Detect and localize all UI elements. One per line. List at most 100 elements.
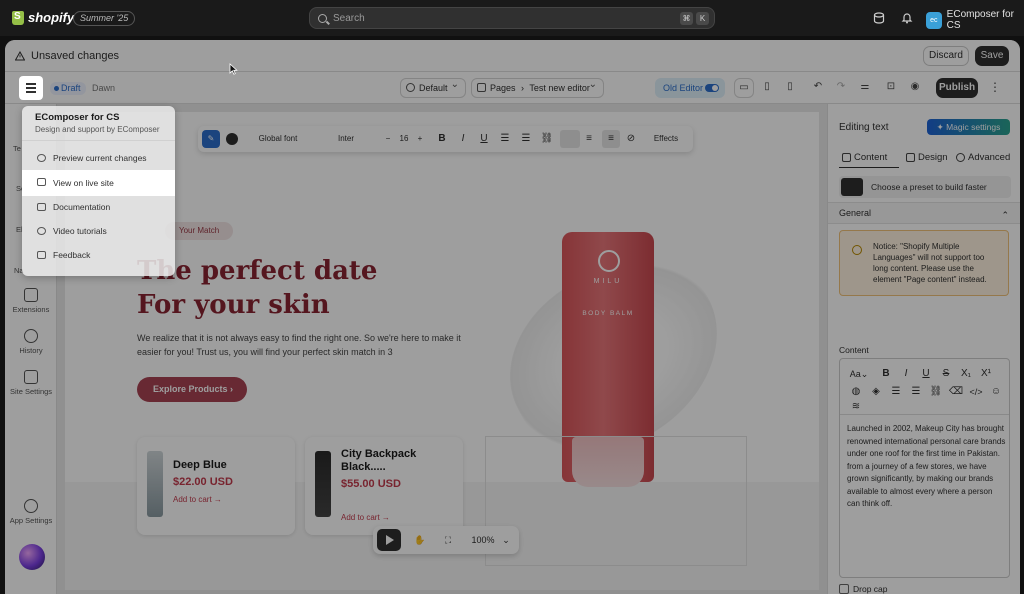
zoom-level[interactable]: 100%: [467, 526, 499, 554]
tab-design[interactable]: Design: [903, 148, 953, 168]
more-options-icon[interactable]: ⋮: [985, 78, 1005, 98]
page-select[interactable]: Pages › Test new editor: [471, 76, 604, 98]
palette-icon[interactable]: ◍: [848, 385, 864, 399]
desktop-view-button[interactable]: ▭: [734, 78, 754, 98]
bold-button[interactable]: B: [435, 126, 449, 152]
sliders-icon[interactable]: ⚌: [855, 78, 875, 98]
hand-tool-icon[interactable]: ✋: [409, 526, 431, 554]
link-icon[interactable]: ⛓: [540, 126, 554, 152]
menu-item-preview[interactable]: Preview current changes: [22, 146, 175, 170]
eraser-icon[interactable]: ⌫: [948, 385, 964, 399]
underline-button[interactable]: U: [918, 367, 934, 381]
code-icon[interactable]: </>: [966, 385, 986, 399]
toggle-switch[interactable]: [705, 84, 719, 92]
edition-badge[interactable]: Summer '25: [73, 11, 136, 26]
explore-products-button[interactable]: Explore Products ›: [137, 377, 247, 402]
underline-button[interactable]: U: [477, 126, 491, 152]
rail-item-app-settings[interactable]: App Settings: [5, 499, 57, 525]
device-select[interactable]: Default: [400, 76, 466, 98]
search-input[interactable]: Search ⌘ K: [309, 7, 715, 29]
unsaved-changes-bar: Unsaved changes Discard Save: [5, 40, 1020, 72]
effects-button[interactable]: Effects: [646, 126, 686, 152]
decrease-size-button[interactable]: −: [382, 126, 394, 152]
discard-button[interactable]: Discard: [923, 46, 969, 66]
link-icon[interactable]: ⛓: [928, 385, 944, 399]
match-badge[interactable]: Your Match: [165, 222, 234, 240]
save-button[interactable]: Save: [975, 46, 1009, 66]
zoom-dropdown-icon[interactable]: ⌄: [499, 526, 513, 554]
fill-icon[interactable]: ◈: [868, 385, 884, 399]
shopify-logo[interactable]: shopify: [12, 10, 74, 25]
fit-screen-icon[interactable]: ⛶: [437, 526, 459, 554]
rail-label: History: [19, 346, 43, 355]
italic-button[interactable]: I: [456, 126, 470, 152]
drop-cap-checkbox[interactable]: Drop cap: [839, 584, 888, 594]
tablet-view-button[interactable]: ▯: [757, 78, 777, 98]
align-center-icon[interactable]: ≡: [582, 126, 596, 152]
rte-content[interactable]: Launched in 2002, Makeup City has brough…: [847, 423, 1007, 511]
bullet-list-icon[interactable]: ☰: [519, 126, 533, 152]
rail-item-site-settings[interactable]: Site Settings: [5, 370, 57, 396]
undo-icon[interactable]: ↶: [808, 78, 828, 98]
store-switcher[interactable]: ec EComposer for CS: [926, 9, 1024, 31]
product-image: [147, 451, 163, 517]
magic-settings-button[interactable]: ✦ Magic settings: [927, 119, 1010, 135]
product-card[interactable]: Deep Blue $22.00 USD Add to cart →: [137, 437, 295, 535]
menu-item-feedback[interactable]: Feedback: [22, 243, 175, 267]
text-style-icon[interactable]: Aa⌄: [848, 367, 870, 381]
preview-eye-icon[interactable]: ◉: [905, 78, 925, 98]
strikethrough-button[interactable]: S: [938, 367, 954, 381]
highlight-swatch[interactable]: [560, 130, 580, 148]
database-icon[interactable]: ≋: [848, 400, 864, 414]
page-icon: [477, 83, 486, 92]
bell-icon[interactable]: [901, 12, 913, 24]
rail-item-extensions[interactable]: Extensions: [5, 288, 57, 314]
emoji-icon[interactable]: ☺: [988, 385, 1004, 399]
clear-format-icon[interactable]: ⊘: [624, 126, 638, 152]
pages-label: Pages: [490, 83, 516, 93]
mobile-view-button[interactable]: ▯: [780, 78, 800, 98]
hero-subtitle[interactable]: We realize that it is not always easy to…: [137, 331, 477, 359]
menu-button-active[interactable]: [19, 76, 43, 100]
warning-icon: [15, 51, 25, 61]
publish-button[interactable]: Publish: [936, 78, 978, 98]
bold-button[interactable]: B: [878, 367, 894, 381]
extensions-icon: [24, 288, 38, 302]
add-to-cart-link[interactable]: Add to cart →: [341, 513, 390, 522]
menu-item-video-tutorials[interactable]: Video tutorials: [22, 219, 175, 243]
tab-advanced[interactable]: Advanced: [953, 148, 1015, 168]
tab-content[interactable]: Content: [839, 148, 899, 168]
device-select-value: Default: [419, 83, 448, 93]
ordered-list-icon[interactable]: ☰: [498, 126, 512, 152]
superscript-button[interactable]: X¹: [978, 367, 994, 381]
tab-label: Design: [918, 152, 948, 163]
menu-item-view-live[interactable]: View on live site: [22, 170, 175, 196]
preset-chooser[interactable]: Choose a preset to build faster: [839, 176, 1011, 198]
page-preview[interactable]: Your Match The perfect date For your ski…: [65, 112, 819, 590]
product-card[interactable]: City Backpack Black..... $55.00 USD Add …: [305, 437, 463, 535]
ai-pen-icon[interactable]: ✎: [202, 130, 220, 148]
global-font-select[interactable]: Global font: [250, 126, 306, 152]
redo-icon[interactable]: ↷: [831, 78, 851, 98]
color-swatch[interactable]: [226, 133, 238, 145]
old-editor-toggle[interactable]: Old Editor: [655, 78, 725, 98]
milu-logo-icon: [598, 250, 620, 272]
rich-text-editor[interactable]: Aa⌄ B I U S X₁ X¹ ◍ ◈ ☰ ☰ ⛓ ⌫ </> ☺ ≋ La…: [839, 358, 1010, 578]
general-section-header[interactable]: General: [828, 202, 1020, 225]
rail-item-history[interactable]: History: [5, 329, 57, 355]
line-height-icon[interactable]: ≡: [602, 130, 620, 148]
font-size-value[interactable]: 16: [396, 126, 412, 152]
database-icon[interactable]: [873, 12, 885, 24]
font-family-select[interactable]: Inter: [316, 126, 376, 152]
ordered-list-icon[interactable]: ☰: [908, 385, 924, 399]
avatar[interactable]: [19, 544, 45, 570]
italic-button[interactable]: I: [898, 367, 914, 381]
hamburger-line: [26, 83, 36, 85]
bullet-list-icon[interactable]: ☰: [888, 385, 904, 399]
inspect-icon[interactable]: ⊡: [881, 78, 901, 98]
subscript-button[interactable]: X₁: [958, 367, 974, 381]
add-to-cart-link[interactable]: Add to cart →: [173, 495, 222, 504]
menu-item-documentation[interactable]: Documentation: [22, 195, 175, 219]
preview-play-icon[interactable]: [377, 529, 401, 551]
increase-size-button[interactable]: +: [414, 126, 426, 152]
